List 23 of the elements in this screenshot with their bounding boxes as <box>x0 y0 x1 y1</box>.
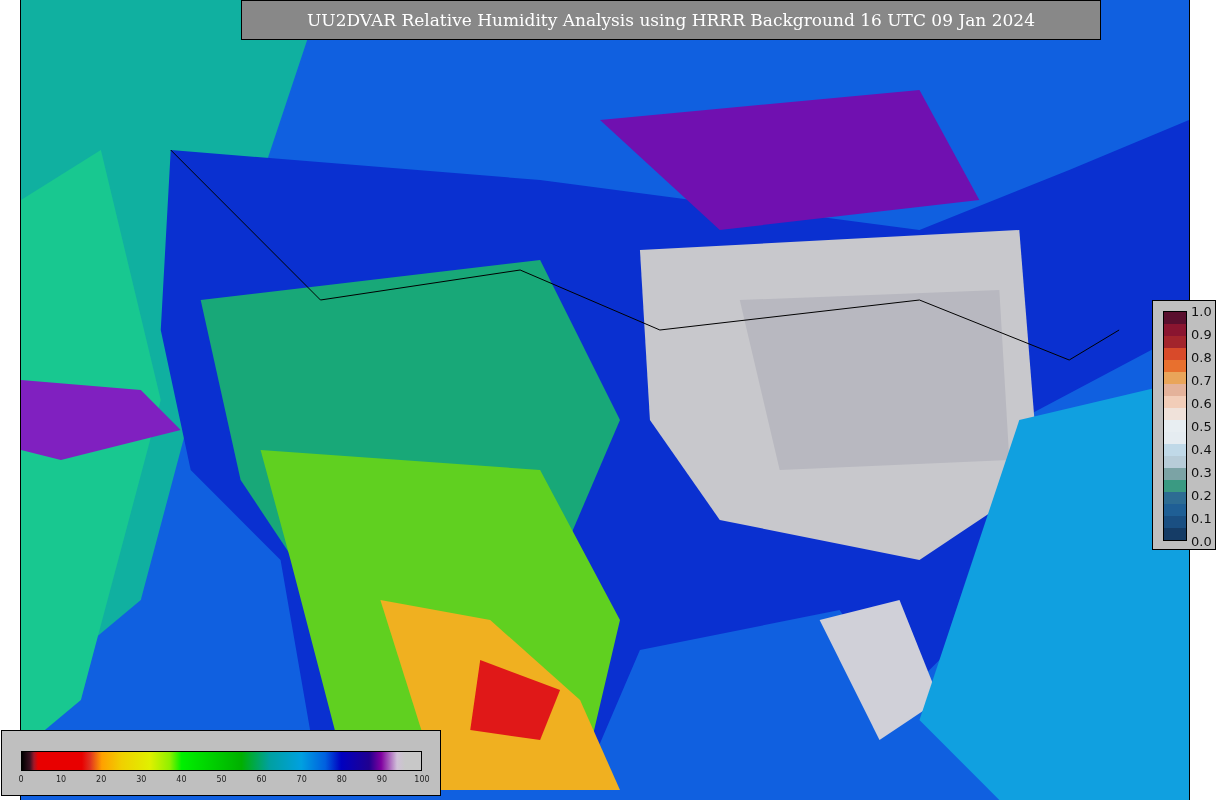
tick-label: 20 <box>96 775 107 784</box>
tick-label: 0.8 <box>1191 349 1212 365</box>
tick-label: 0 <box>18 775 24 784</box>
tick-label: 70 <box>296 775 307 784</box>
tick-label: 30 <box>136 775 147 784</box>
tick-label: 0.9 <box>1191 326 1212 342</box>
tick-label: 60 <box>256 775 267 784</box>
tick-label: 0.6 <box>1191 395 1212 411</box>
tick-label: 0.3 <box>1191 464 1212 480</box>
tick-label: 0.0 <box>1191 533 1212 549</box>
tick-label: 1.0 <box>1191 303 1212 319</box>
tick-label: 50 <box>216 775 227 784</box>
tick-label: 0.1 <box>1191 510 1212 526</box>
tick-label: 0.5 <box>1191 418 1212 434</box>
tick-label: 0.4 <box>1191 441 1212 457</box>
tick-label: 0.2 <box>1191 487 1212 503</box>
tick-label: 80 <box>336 775 347 784</box>
tick-label: 10 <box>56 775 67 784</box>
tick-label: 90 <box>376 775 387 784</box>
tick-label: 100 <box>414 775 430 784</box>
tick-label: 0.7 <box>1191 372 1212 388</box>
map-title: UU2DVAR Relative Humidity Analysis using HRRR Background 16 UTC 09 Jan 2024 <box>241 0 1101 40</box>
tick-label: 40 <box>176 775 187 784</box>
